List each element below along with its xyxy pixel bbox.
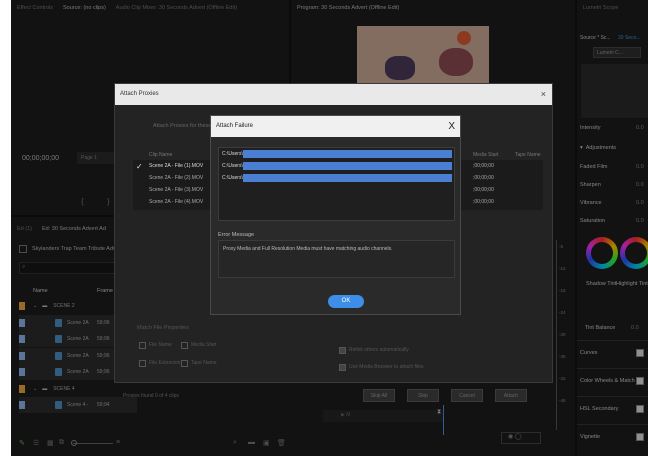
list-item[interactable]: C:\Users\ — [219, 160, 454, 172]
premiere-window: Effect Controls Source: (no clips) Audio… — [11, 0, 648, 456]
list-item[interactable]: C:\Users\ — [219, 172, 454, 184]
clip-media-start: ;00;00;00 — [473, 175, 494, 181]
file-extension-label: File Extension — [149, 360, 181, 366]
ok-button[interactable]: OK — [328, 295, 364, 308]
cancel-button[interactable]: Cancel — [451, 389, 483, 402]
column-header-tape-name[interactable]: Tape Name — [515, 152, 541, 158]
clip-name[interactable]: Scene 2A - File (1).MOV — [149, 163, 203, 169]
tape-name-label: Tape Name — [191, 360, 217, 366]
match-file-properties-label: Match File Properties — [137, 325, 189, 331]
attach-proxies-titlebar: Attach Proxies × — [115, 84, 552, 105]
attach-proxies-title: Attach Proxies — [120, 91, 159, 97]
attach-failure-title: Attach Failure — [216, 123, 254, 129]
close-icon[interactable]: X — [448, 116, 455, 137]
error-message-label: Error Message — [218, 232, 255, 238]
error-message-box: Proxy Media and Full Resolution Media mu… — [218, 240, 455, 278]
attach-failure-dialog: Attach Failure X C:\Users\ C:\Users\ C:\… — [210, 115, 461, 315]
skip-button[interactable]: Skip — [407, 389, 439, 402]
path-highlight — [243, 174, 452, 182]
error-message-text: Proxy Media and Full Resolution Media mu… — [223, 246, 393, 252]
checkmark-icon: ✓ — [136, 162, 143, 171]
clip-name[interactable]: Scene 2A - File (2).MOV — [149, 175, 203, 181]
file-name-label: File Name — [149, 342, 172, 348]
path-highlight — [243, 150, 452, 158]
clip-media-start: ;00;00;00 — [473, 199, 494, 205]
clip-name[interactable]: Scene 2A - File (4).MOV — [149, 199, 203, 205]
clip-media-start: ;00;00;00 — [473, 163, 494, 169]
relink-others-label: Relink others automatically — [349, 347, 409, 353]
proxies-status: Proxies found 0 of 4 clips — [123, 393, 179, 399]
relink-others-checkbox[interactable] — [339, 347, 346, 354]
media-start-label: Media Start — [191, 342, 217, 348]
tape-name-checkbox[interactable] — [181, 360, 188, 367]
column-header-media-start[interactable]: Media Start — [473, 152, 499, 158]
path-text: C:\Users\ — [222, 163, 243, 169]
attach-failure-titlebar: Attach Failure X — [211, 116, 460, 137]
clip-media-start: ;00;00;00 — [473, 187, 494, 193]
list-item[interactable]: C:\Users\ — [219, 148, 454, 160]
file-name-checkbox[interactable] — [139, 342, 146, 349]
skip-all-button[interactable]: Skip All — [363, 389, 395, 402]
path-highlight — [243, 162, 452, 170]
use-media-browser-checkbox[interactable] — [339, 364, 346, 371]
file-extension-checkbox[interactable] — [139, 360, 146, 367]
attach-button[interactable]: Attach — [495, 389, 527, 402]
media-start-checkbox[interactable] — [181, 342, 188, 349]
use-media-browser-label: Use Media Browser to attach files — [349, 364, 424, 370]
path-text: C:\Users\ — [222, 151, 243, 157]
clip-name[interactable]: Scene 2A - File (3).MOV — [149, 187, 203, 193]
path-text: C:\Users\ — [222, 175, 243, 181]
failed-paths-list: C:\Users\ C:\Users\ C:\Users\ — [218, 147, 455, 221]
close-icon[interactable]: × — [541, 84, 546, 105]
column-header-clip-name[interactable]: Clip Name — [149, 152, 172, 158]
